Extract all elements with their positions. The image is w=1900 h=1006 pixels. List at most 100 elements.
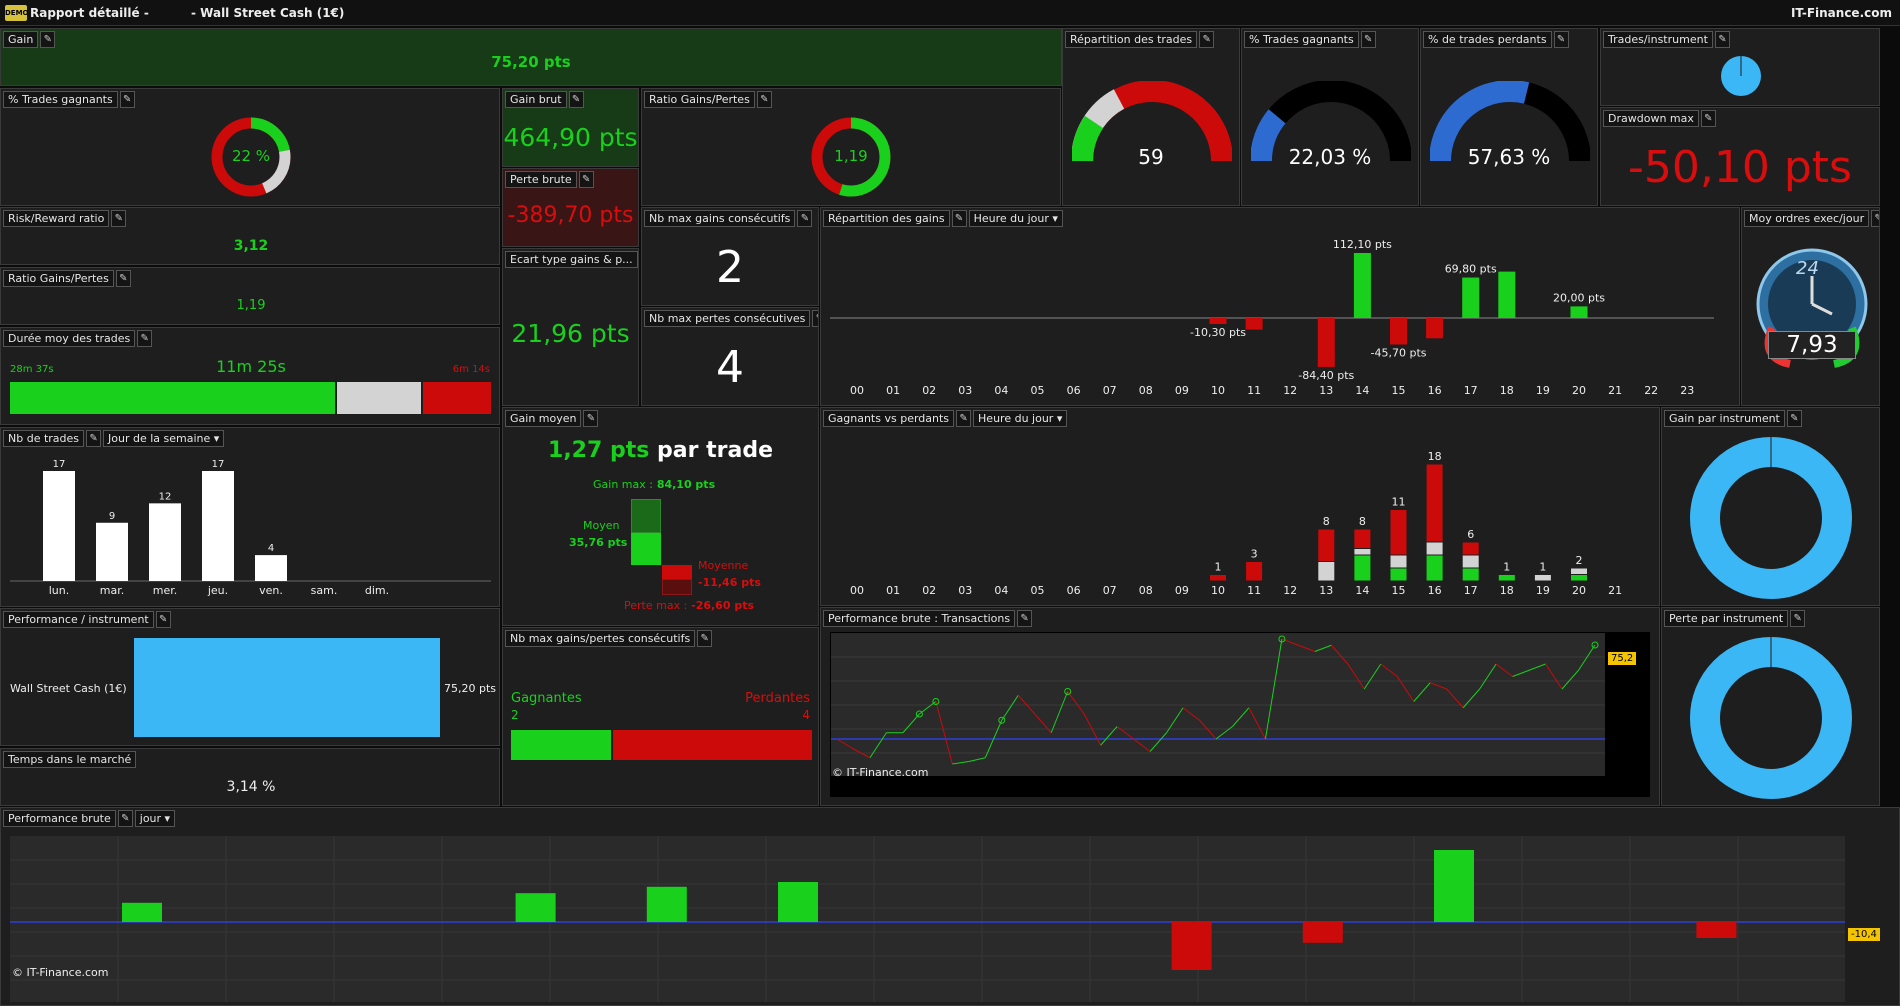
repartition-gains-bar bbox=[1353, 253, 1371, 318]
gain-brut-value: 464,90 pts bbox=[503, 123, 638, 152]
wrench-icon[interactable]: ✎ bbox=[111, 210, 127, 227]
perf-instrument-panel: Performance / instrument ✎ Wall Street Ca… bbox=[0, 608, 500, 746]
wrench-icon[interactable]: ✎ bbox=[1790, 610, 1806, 627]
gagnants-perdants-bar bbox=[1570, 574, 1588, 582]
wrench-icon[interactable]: ✎ bbox=[1700, 110, 1716, 127]
repartition-gains-tick-label: 06 bbox=[1067, 384, 1081, 397]
temps-marche-value: 3,14 % bbox=[226, 779, 276, 795]
wrench-icon[interactable]: ✎ bbox=[697, 630, 713, 647]
gagnants-perdants-bar bbox=[1389, 554, 1408, 569]
perf-instrument-name: Wall Street Cash (1€) bbox=[10, 682, 127, 695]
perf-transactions-panel: Performance brute : Transactions ✎ © IT-F… bbox=[820, 607, 1660, 806]
wrench-icon[interactable]: ✎ bbox=[137, 330, 153, 347]
wrench-icon[interactable]: ✎ bbox=[1199, 31, 1215, 48]
perf-instrument-label: Performance / instrument bbox=[3, 611, 154, 628]
wrench-icon[interactable]: ✎ bbox=[756, 91, 772, 108]
app-logo: DEMO bbox=[5, 5, 29, 21]
perf-transactions-last: 75,2 bbox=[1608, 652, 1637, 665]
perf-brute-last: -10,4 bbox=[1848, 928, 1880, 941]
ratio-ring-panel: Ratio Gains/Pertes ✎ 1,19 bbox=[641, 88, 1061, 206]
wrench-icon[interactable]: ✎ bbox=[797, 210, 813, 227]
trades-gagnants-panel: % Trades gagnants ✎ 22 % bbox=[0, 88, 500, 206]
wrench-icon[interactable]: ✎ bbox=[1714, 31, 1730, 48]
perf-brute-bar bbox=[1696, 922, 1737, 938]
perf-instrument-bar bbox=[134, 638, 440, 737]
wrench-icon[interactable]: ✎ bbox=[155, 611, 171, 628]
duree-label: Durée moy des trades bbox=[3, 330, 136, 347]
gagnants-perdants-tick-label: 08 bbox=[1139, 584, 1153, 597]
repartition-gains-tick-label: 20 bbox=[1572, 384, 1586, 397]
brand-name: IT-Finance.com bbox=[1790, 6, 1892, 20]
gain-moyen-value: 1,27 pts bbox=[548, 438, 650, 463]
repartition-gains-tick-label: 01 bbox=[886, 384, 900, 397]
temps-marche-panel: Temps dans le marché 3,14 % bbox=[0, 748, 500, 806]
perf-brute-plot-area bbox=[10, 836, 1845, 1002]
repartition-gains-chart: 00 01 02 03 04 05 06 07 08 09 -10,30 pts 10 11 12-84,… bbox=[830, 238, 1714, 397]
gagnants-perdants-bar bbox=[1353, 554, 1372, 582]
moy-ordres-badge: 24 bbox=[1796, 258, 1819, 279]
risk-reward-panel: Risk/Reward ratio ✎ 3,12 bbox=[0, 207, 500, 265]
gagnants-perdants-bar bbox=[1425, 554, 1444, 582]
gagnants-perdants-tick-label: 03 bbox=[958, 584, 972, 597]
wrench-icon[interactable]: ✎ bbox=[119, 91, 135, 108]
gagnants-perdants-data-label: 3 bbox=[1251, 548, 1258, 561]
gain-moyen-headline: 1,27 pts par trade bbox=[503, 438, 818, 463]
trades-gagnants-label: % Trades gagnants bbox=[3, 91, 118, 108]
perte-max-value: -26,60 pts bbox=[691, 599, 754, 612]
perf-transactions-watermark: © IT-Finance.com bbox=[832, 766, 929, 779]
wrench-icon[interactable]: ✎ bbox=[812, 310, 818, 327]
gagnants-perdants-tick-label: 14 bbox=[1355, 584, 1369, 597]
nb-trades-tick-label: sam. bbox=[311, 584, 338, 597]
gagnants-perdants-bar bbox=[1461, 567, 1480, 582]
gagnants-perdants-tick-label: 17 bbox=[1464, 584, 1478, 597]
repartition-gains-bar bbox=[1209, 318, 1227, 324]
nb-max-gp-label: Nb max gains/pertes consécutifs bbox=[505, 630, 696, 647]
nb-trades-tick-label: lun. bbox=[49, 584, 70, 597]
wrench-icon[interactable]: ✎ bbox=[578, 171, 594, 188]
gain-max-bar bbox=[631, 499, 661, 533]
duree-loss-bar bbox=[421, 382, 491, 414]
perte-brute-panel: Perte brute ✎ -389,70 pts bbox=[502, 168, 639, 247]
wrench-icon[interactable]: ✎ bbox=[1786, 410, 1802, 427]
perf-instrument-value: 75,20 pts bbox=[444, 682, 497, 695]
repartition-gains-tick-label: 22 bbox=[1644, 384, 1658, 397]
gain-moyen-panel: Gain moyen ✎ 1,27 pts par trade Gain max … bbox=[502, 407, 819, 626]
wrench-icon[interactable]: ✎ bbox=[1360, 31, 1376, 48]
moyenne-label: Moyenne bbox=[698, 559, 749, 572]
gagnants-perdants-tick-label: 15 bbox=[1392, 584, 1406, 597]
wrench-icon[interactable]: ✎ bbox=[40, 31, 56, 48]
repartition-gains-data-label: -10,30 pts bbox=[1190, 326, 1246, 339]
perte-instrument-panel: Perte par instrument ✎ bbox=[1661, 607, 1880, 806]
gain-max-line: Gain max : 84,10 pts bbox=[593, 478, 715, 491]
perte-instrument-label: Perte par instrument bbox=[1664, 610, 1789, 627]
nb-trades-tick-label: dim. bbox=[365, 584, 389, 597]
wrench-icon[interactable]: ✎ bbox=[1553, 31, 1569, 48]
wrench-icon[interactable]: ✎ bbox=[115, 270, 131, 287]
trades-instrument-label: Trades/instrument bbox=[1603, 31, 1713, 48]
wrench-icon[interactable]: ✎ bbox=[568, 91, 584, 108]
perdantes-bar bbox=[613, 730, 812, 760]
perf-brute-bar bbox=[1171, 922, 1212, 970]
ratio-gp-panel: Ratio Gains/Pertes ✎ 1,19 bbox=[0, 267, 500, 325]
moyenne-bar bbox=[662, 565, 692, 579]
gagnants-perdants-chart: 00 01 02 03 04 05 06 07 08 09110311 12813814111518… bbox=[850, 450, 1622, 597]
pct-gagnants-gauge-value: 22,03 % bbox=[1288, 145, 1372, 169]
wrench-icon[interactable]: ✎ bbox=[1871, 210, 1879, 227]
repartition-gains-data-label: -45,70 pts bbox=[1371, 346, 1427, 359]
gagnants-perdants-bar bbox=[1209, 574, 1227, 582]
repartition-gains-tick-label: 16 bbox=[1428, 384, 1442, 397]
gagnants-perdants-tick-label: 16 bbox=[1428, 584, 1442, 597]
nb-trades-tick-label: mar. bbox=[100, 584, 124, 597]
gagnants-perdants-bar bbox=[1353, 528, 1372, 549]
nb-trades-chart: 17 lun. 9 mar. 12 mer. 17 jeu. 4 ven. sam. dim. bbox=[10, 459, 491, 597]
gagnants-perdants-tick-label: 18 bbox=[1500, 584, 1514, 597]
repartition-gains-tick-label: 03 bbox=[958, 384, 972, 397]
repartition-gains-tick-label: 10 bbox=[1211, 384, 1225, 397]
window-title: Rapport détaillé - bbox=[30, 6, 149, 20]
pct-gagnants-gauge-label: % Trades gagnants bbox=[1244, 31, 1359, 48]
repartition-gains-bar bbox=[1462, 277, 1480, 318]
repartition-gains-data-label: -84,40 pts bbox=[1298, 369, 1354, 382]
ratio-ring-label: Ratio Gains/Pertes bbox=[644, 91, 755, 108]
gagnants-perdants-tick-label: 12 bbox=[1283, 584, 1297, 597]
wrench-icon[interactable]: ✎ bbox=[583, 410, 599, 427]
